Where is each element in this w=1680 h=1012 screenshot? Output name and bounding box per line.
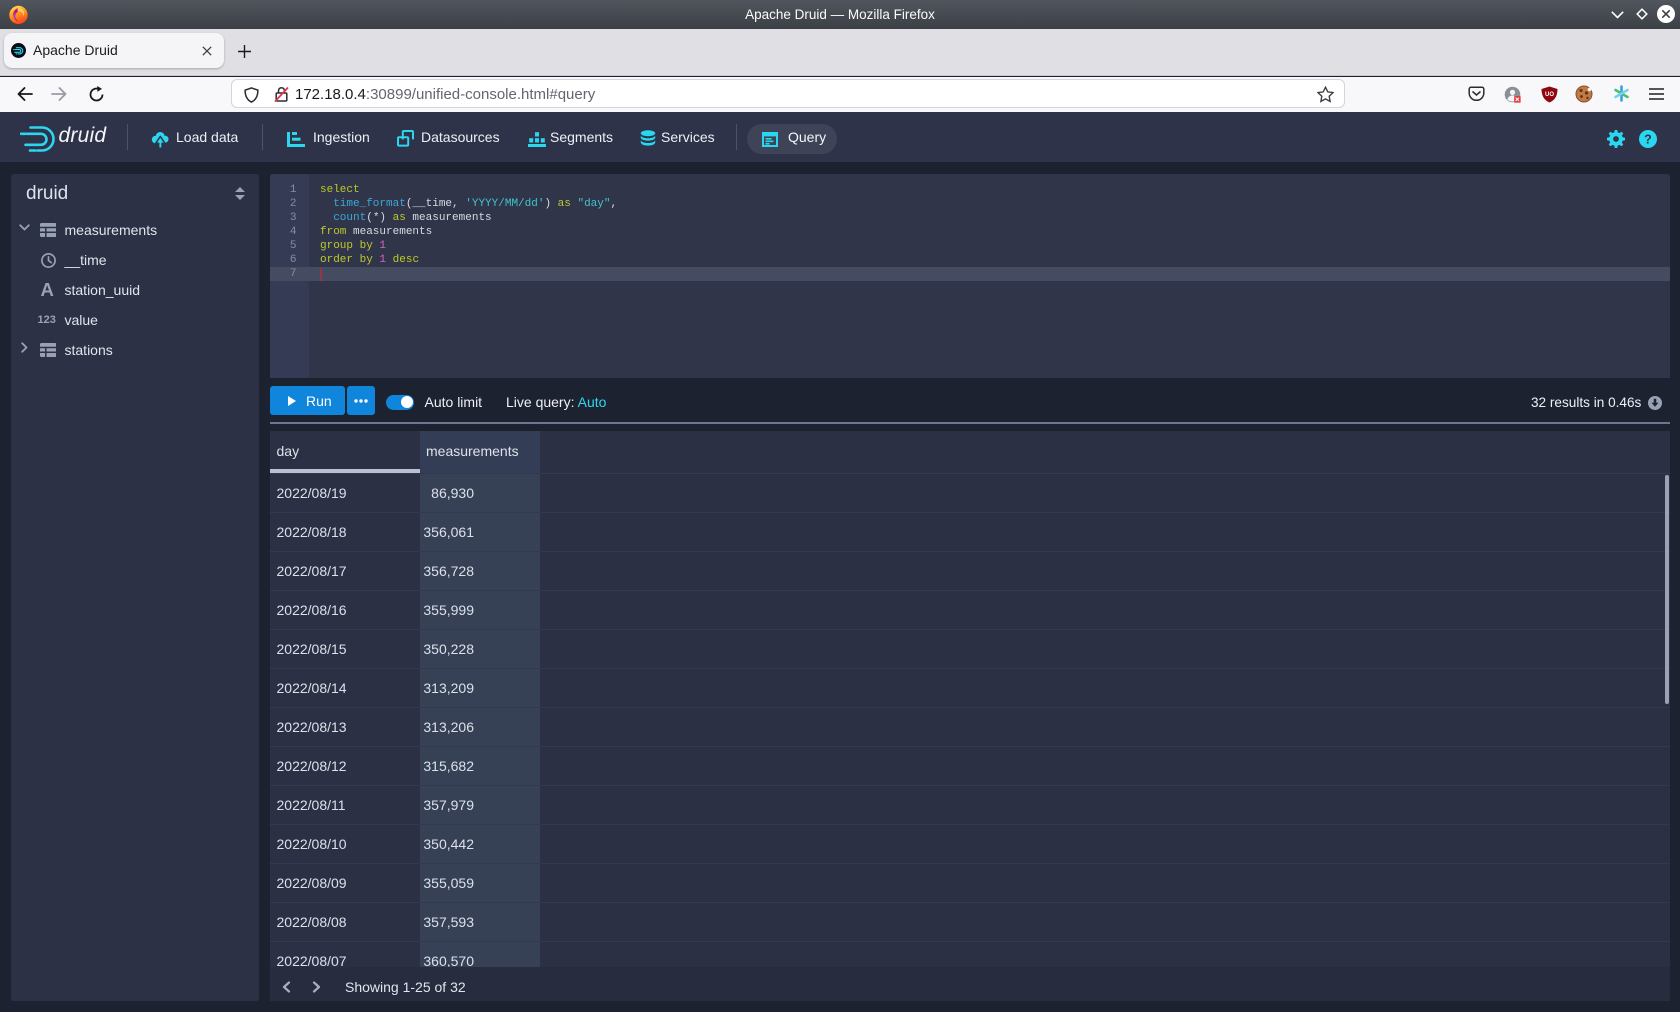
svg-text:UO: UO: [1545, 92, 1554, 98]
svg-text:?: ?: [1644, 132, 1652, 146]
